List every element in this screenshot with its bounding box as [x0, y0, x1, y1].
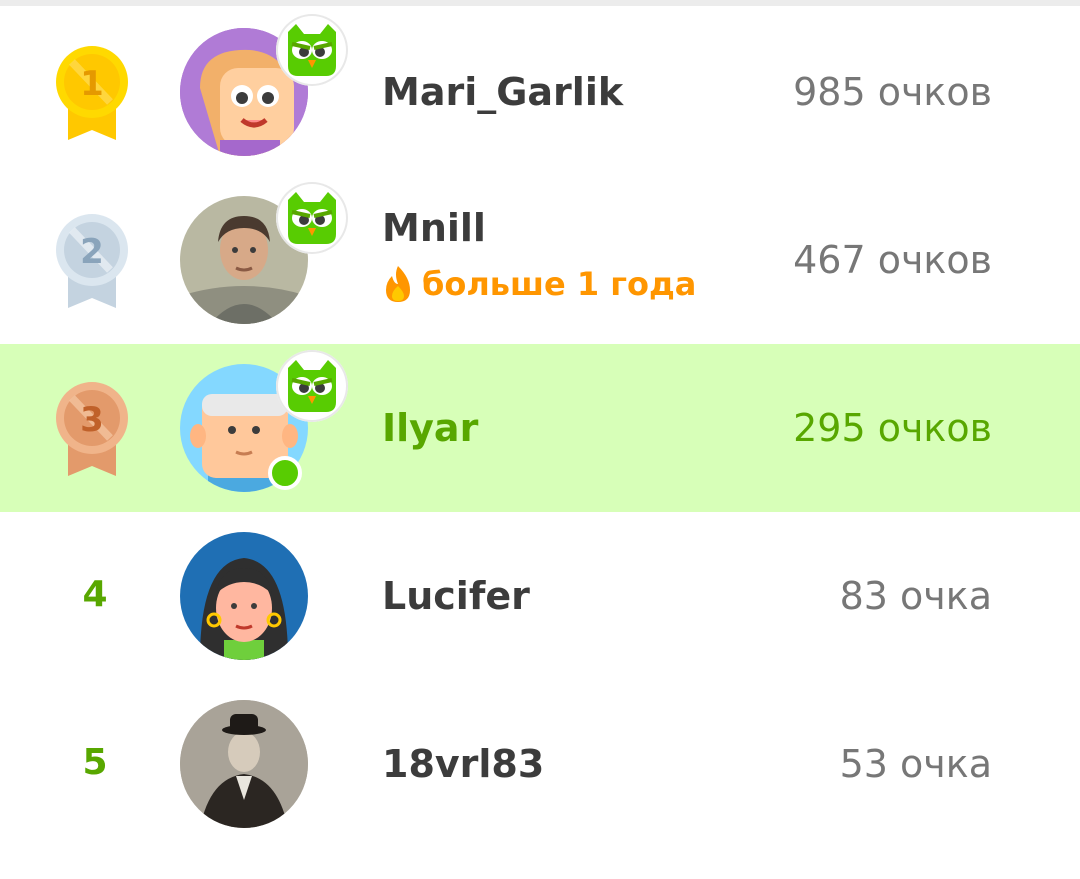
leaderboard-row[interactable]: 4 Lucifer 83 очка: [0, 512, 1080, 680]
gold-medal-icon: 1: [56, 46, 128, 140]
leaderboard-row[interactable]: 2 Mnill больше 1 года 467 очков: [0, 176, 1080, 344]
duolingo-owl-icon: [276, 350, 348, 422]
avatar-wrap[interactable]: [180, 182, 348, 324]
rank-number: 1: [80, 64, 104, 104]
duolingo-owl-icon: [276, 182, 348, 254]
avatar-wrap[interactable]: [180, 700, 308, 828]
bronze-medal-icon: 3: [56, 382, 128, 476]
rank-number: 2: [80, 232, 104, 272]
user-name: Ilyar: [382, 406, 479, 450]
rank-number: 3: [80, 400, 104, 440]
duolingo-owl-icon: [276, 14, 348, 86]
avatar-wrap[interactable]: [180, 14, 348, 156]
user-name: Mari_Garlik: [382, 70, 624, 114]
flame-icon: [386, 266, 410, 302]
online-status-indicator: [268, 456, 302, 490]
leaderboard-row[interactable]: 5 18vrl83 53 очка: [0, 680, 1080, 848]
leaderboard-row-current-user[interactable]: 3 Ilyar 295 очков: [0, 344, 1080, 512]
streak-label: больше 1 года: [382, 264, 696, 304]
user-points: 467 очков: [793, 238, 992, 282]
avatar[interactable]: [180, 700, 308, 828]
user-name: Lucifer: [382, 574, 530, 618]
avatar-wrap[interactable]: [180, 350, 348, 492]
avatar-wrap[interactable]: [180, 532, 308, 660]
streak-text: больше 1 года: [422, 265, 697, 303]
user-name: Mnill: [382, 206, 486, 250]
user-points: 53 очка: [839, 742, 992, 786]
rank-number: 5: [82, 742, 108, 783]
user-name: 18vrl83: [382, 742, 545, 786]
user-points: 295 очков: [793, 406, 992, 450]
user-points: 985 очков: [793, 70, 992, 114]
top-divider: [0, 0, 1080, 6]
leaderboard-row[interactable]: 1 Mari_Garlik 985 очков: [0, 8, 1080, 176]
silver-medal-icon: 2: [56, 214, 128, 308]
rank-number: 4: [82, 574, 108, 615]
avatar[interactable]: [180, 532, 308, 660]
user-points: 83 очка: [839, 574, 992, 618]
